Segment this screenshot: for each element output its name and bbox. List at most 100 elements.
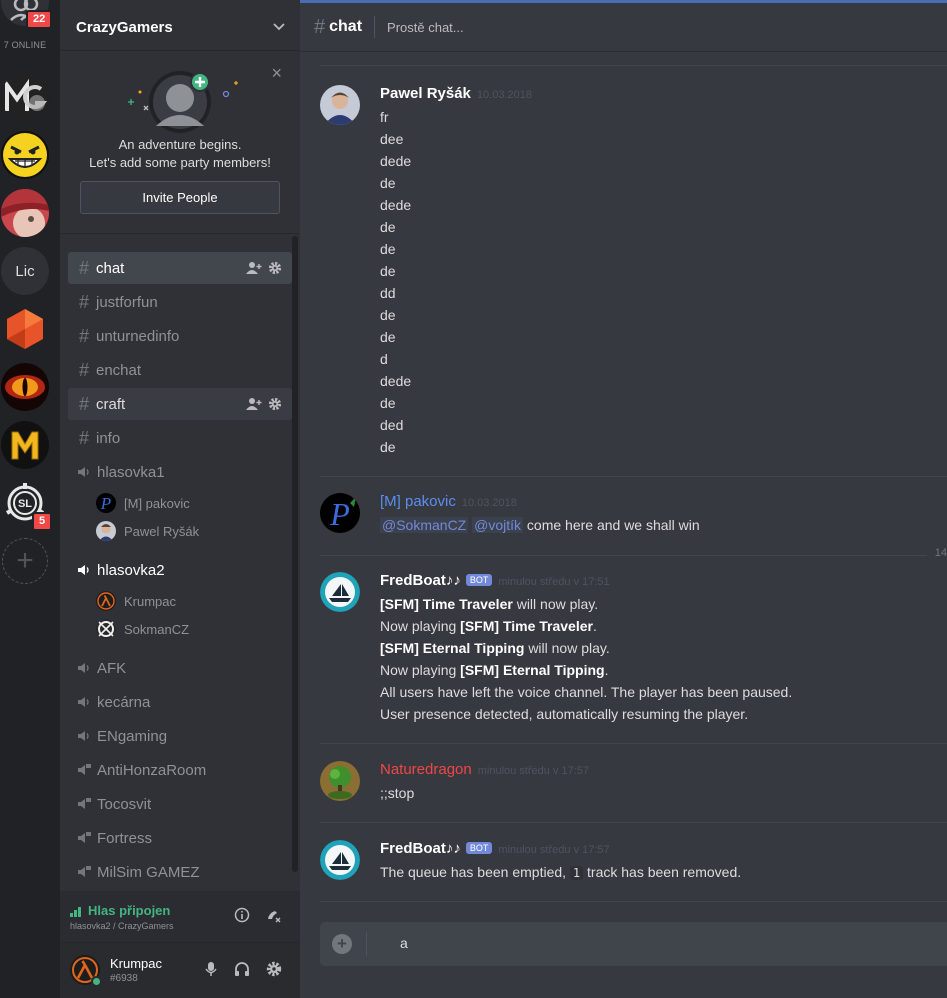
bold-text: [SFM] [380, 596, 419, 612]
avatar[interactable] [320, 840, 360, 880]
message-line: ;;stop [380, 785, 415, 801]
locked-speaker-icon [77, 831, 91, 845]
user-mention[interactable]: @SokmanCZ [380, 517, 469, 533]
voice-channel-antihonzaroom[interactable]: AntiHonzaRoom [68, 754, 292, 786]
add-server-button[interactable]: + [2, 538, 48, 584]
voice-channel-fortress[interactable]: Fortress [68, 822, 292, 854]
channel-label: chat [96, 259, 125, 277]
gear-icon[interactable] [268, 397, 282, 411]
voice-channel-hlasovka2[interactable]: hlasovka2 [68, 554, 292, 586]
hash-icon: # [78, 427, 89, 448]
hexagon-icon [1, 305, 49, 353]
server-icon-mg[interactable] [1, 73, 49, 121]
channel-justforfun[interactable]: # justforfun [68, 286, 292, 318]
divider [320, 65, 947, 66]
user-discriminator: #6938 [110, 973, 138, 984]
server-icon-lic[interactable]: Lic [1, 247, 49, 295]
voice-channel-tocosvit[interactable]: Tocosvit [68, 788, 292, 820]
server-icon-m[interactable] [1, 421, 49, 469]
server-icon-hexagon[interactable] [1, 305, 49, 353]
message-text: Now playing [380, 618, 457, 634]
server-icon-profile[interactable] [1, 189, 49, 237]
hash-icon: # [78, 291, 89, 312]
voice-channel-hlasovka1[interactable]: hlasovka1 [68, 456, 292, 488]
message-header: Naturedragon minulou středu v 17:57 [380, 761, 589, 781]
message-line: fr [380, 109, 389, 125]
voice-channel-engaming[interactable]: ENgaming [68, 720, 292, 752]
message-text: The queue has been emptied, [380, 864, 567, 880]
invite-people-button[interactable]: Invite People [80, 181, 280, 214]
message-author[interactable]: Pawel Ryšák [380, 85, 471, 102]
voice-user[interactable]: SokmanCZ [96, 617, 189, 641]
signal-icon [70, 906, 81, 917]
message-line: de [380, 241, 396, 257]
message-input[interactable]: a [400, 935, 408, 951]
channel-scrollbar[interactable] [292, 236, 298, 872]
user-mention[interactable]: @vojtík [472, 517, 524, 533]
message-author[interactable]: FredBoat♪♪ [380, 572, 461, 589]
message-timestamp: minulou středu v 17:51 [498, 576, 610, 588]
avatar[interactable] [320, 572, 360, 612]
message-line: User presence detected, automatically re… [380, 706, 749, 722]
avatar[interactable] [320, 85, 360, 125]
server-icon-grin[interactable] [1, 131, 49, 179]
voice-user[interactable]: P [M] pakovic [96, 491, 190, 515]
message-line: de [380, 395, 396, 411]
voice-channel-afk[interactable]: AFK [68, 652, 292, 684]
voice-channel-kecarna[interactable]: kecárna [68, 686, 292, 718]
message-line: dede [380, 197, 412, 213]
message-body: ;;stop [380, 782, 414, 804]
add-member-icon[interactable] [246, 261, 262, 275]
message-timestamp: 10.03.2018 [461, 497, 517, 509]
voice-connection-panel: Hlas připojen hlasovka2 / CrazyGamers [60, 891, 300, 943]
message-timestamp: 10.03.2018 [476, 89, 532, 101]
microphone-icon[interactable] [204, 961, 218, 977]
message-line: dede [380, 373, 412, 389]
divider [320, 901, 947, 902]
avatar[interactable]: P [320, 493, 360, 533]
guild-header[interactable]: CrazyGamers [60, 5, 300, 51]
message-body: @SokmanCZ @vojtík come here and we shall… [380, 514, 700, 536]
fredboat-avatar-icon [320, 840, 360, 880]
hash-icon: # [78, 325, 89, 346]
channel-chat[interactable]: # chat [68, 252, 292, 284]
message-header: [M] pakovic 10.03.2018 [380, 493, 517, 513]
channel-topic: Prostě chat... [387, 19, 464, 35]
settings-gear-icon[interactable] [266, 961, 282, 977]
channel-label: Tocosvit [97, 795, 152, 813]
bold-text: Time Traveler [422, 596, 513, 612]
channel-label: craft [96, 395, 126, 413]
disconnect-icon[interactable] [266, 907, 282, 923]
message-header: Pawel Ryšák 10.03.2018 [380, 85, 532, 105]
channel-label: AFK [97, 659, 127, 677]
channel-enchat[interactable]: # enchat [68, 354, 292, 386]
voice-user[interactable]: Krumpac [96, 589, 176, 613]
hash-icon: # [78, 257, 89, 278]
message-author[interactable]: FredBoat♪♪ [380, 840, 461, 857]
voice-user[interactable]: Pawel Ryšák [96, 519, 199, 543]
message-line: de [380, 307, 396, 323]
invite-prompt: × An adventure begins. Let's add some pa… [60, 52, 300, 234]
channel-unturnedinfo[interactable]: # unturnedinfo [68, 320, 292, 352]
headphones-icon[interactable] [234, 961, 250, 977]
m-logo-icon [1, 421, 49, 469]
speaker-icon [77, 729, 91, 743]
server-icon-eye[interactable] [1, 363, 49, 411]
add-member-icon[interactable] [246, 397, 262, 411]
close-icon[interactable]: × [271, 64, 282, 82]
channel-label: info [96, 429, 121, 447]
channel-title: chat [329, 18, 363, 35]
message-line: The queue has been emptied, 1 track has … [380, 861, 741, 884]
message-body: fr dee dede de dede de de de dd de de d … [380, 106, 411, 458]
channel-info[interactable]: # info [68, 422, 292, 454]
upload-plus-icon[interactable]: + [332, 934, 352, 954]
voice-channel-milsim-gamez[interactable]: MilSim GAMEZ [68, 856, 292, 888]
gear-icon[interactable] [268, 261, 282, 275]
info-icon[interactable] [234, 907, 250, 923]
avatar[interactable] [320, 761, 360, 801]
add-member-illustration-icon [128, 71, 238, 133]
message-author[interactable]: [M] pakovic [380, 493, 456, 510]
message-author[interactable]: Naturedragon [380, 761, 472, 778]
voice-user-name: Krumpac [124, 593, 177, 609]
channel-craft[interactable]: # craft [68, 388, 292, 420]
